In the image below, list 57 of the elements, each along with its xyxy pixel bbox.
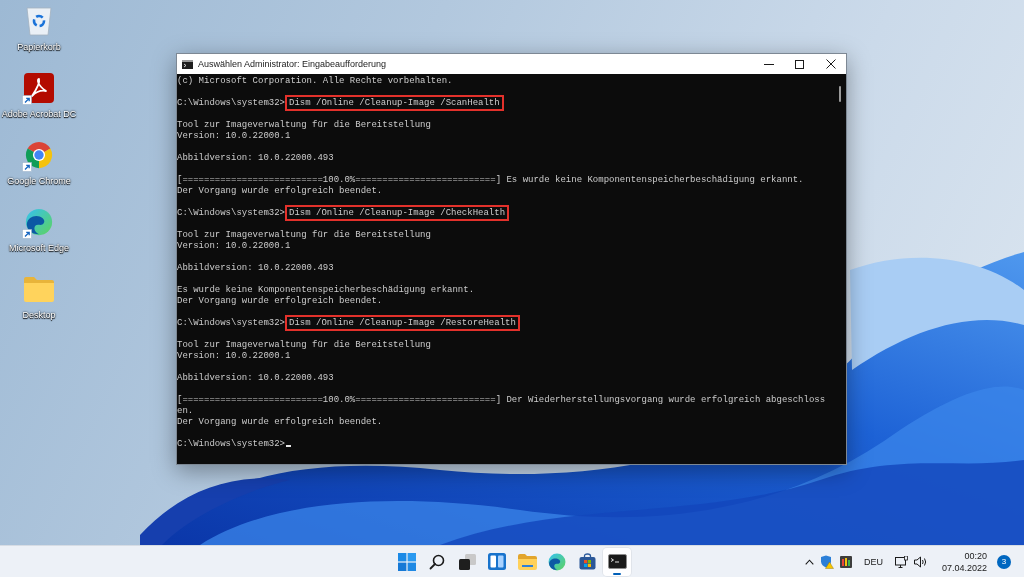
widgets-panel-icon[interactable] (488, 553, 506, 570)
console-line: Tool zur Imageverwaltung für die Bereitstellung (177, 230, 432, 241)
console-line: Abbildversion: 10.0.22000.493 (177, 263, 335, 274)
prompt-path: C:\Windows\system32> (177, 208, 286, 218)
window-title: Auswählen Administrator: Eingabeaufforderung (198, 59, 387, 69)
prompt-path: C:\Windows\system32> (177, 98, 286, 108)
scrollbar-thumb[interactable] (839, 86, 841, 102)
network-monitor-icon[interactable] (894, 555, 908, 568)
desktop-icon-label[interactable]: Google Chrome (7, 176, 71, 186)
desktop-icon-label[interactable]: Desktop (22, 310, 56, 320)
console-line: Abbildversion: 10.0.22000.493 (177, 153, 335, 164)
clock-date[interactable]: 07.04.2022 (941, 561, 987, 574)
shield-warning-icon[interactable] (819, 554, 834, 569)
command-text: Dism /Online /Cleanup-Image /RestoreHealth (285, 315, 520, 331)
input-language-indicator[interactable]: DEU (863, 556, 883, 567)
minimize-icon[interactable] (763, 63, 774, 65)
chrome-icon[interactable] (24, 140, 54, 170)
terminal-icon[interactable] (607, 554, 627, 569)
prompt-path: C:\Windows\system32> (177, 318, 286, 328)
console-line: Es wurde keine Komponentenspeicherbeschädigung erkannt. (177, 285, 476, 296)
search-icon[interactable] (429, 553, 445, 570)
folder-icon[interactable] (517, 553, 537, 570)
pdf-app-icon[interactable] (24, 73, 54, 103)
desktop-icon-label[interactable]: Microsoft Edge (9, 243, 69, 253)
console-line: Abbildversion: 10.0.22000.493 (177, 373, 335, 384)
console-line: [==========================100.0%==========================] Es wurde keine Komponentenspeicherbeschädigung erkannt. (177, 175, 805, 186)
console-line: Der Vorgang wurde erfolgreich beendet. (177, 417, 384, 428)
edge-icon[interactable] (548, 552, 566, 571)
app-tile-icon[interactable] (839, 555, 852, 568)
notification-badge[interactable]: 3 (997, 554, 1011, 569)
console-line: Tool zur Imageverwaltung für die Bereitstellung (177, 340, 432, 351)
shopping-bag-icon[interactable] (578, 553, 596, 570)
taskbar-button[interactable] (603, 547, 631, 576)
console-line: Version: 10.0.22000.1 (177, 351, 292, 362)
close-icon[interactable] (825, 59, 836, 69)
console-line: [==========================100.0%==========================] Der Wiederherstellungsvorgang wurde erfolgreich abgeschloss (177, 395, 827, 406)
terminal-icon (182, 59, 193, 69)
edge-icon[interactable] (24, 207, 54, 237)
console-line: Version: 10.0.22000.1 (177, 131, 292, 142)
console-line: Version: 10.0.22000.1 (177, 241, 292, 252)
chevron-up-icon[interactable] (804, 558, 814, 565)
recycle-bin-icon[interactable] (26, 6, 52, 36)
speaker-icon[interactable] (913, 555, 928, 568)
prompt-path: C:\Windows\system32> (177, 439, 286, 449)
console-line: Der Vorgang wurde erfolgreich beendet. (177, 186, 384, 197)
console-line: Tool zur Imageverwaltung für die Bereitstellung (177, 120, 432, 131)
windows-logo-icon[interactable] (398, 552, 416, 571)
maximize-icon[interactable] (795, 59, 804, 69)
desktop-icon-label[interactable]: Adobe Acrobat DC (1, 109, 77, 119)
console-line: (c) Microsoft Corporation. Alle Rechte vorbehalten. (177, 76, 454, 87)
command-text: Dism /Online /Cleanup-Image /CheckHealth (285, 205, 510, 221)
clock-time[interactable]: 00:20 (964, 549, 987, 562)
console-line: Der Vorgang wurde erfolgreich beendet. (177, 296, 384, 307)
command-text: Dism /Online /Cleanup-Image /ScanHealth (285, 95, 504, 111)
console-line: en. (177, 406, 195, 417)
overlapping-squares-icon[interactable] (458, 553, 476, 570)
desktop-icon-label[interactable]: Papierkorb (17, 42, 61, 52)
